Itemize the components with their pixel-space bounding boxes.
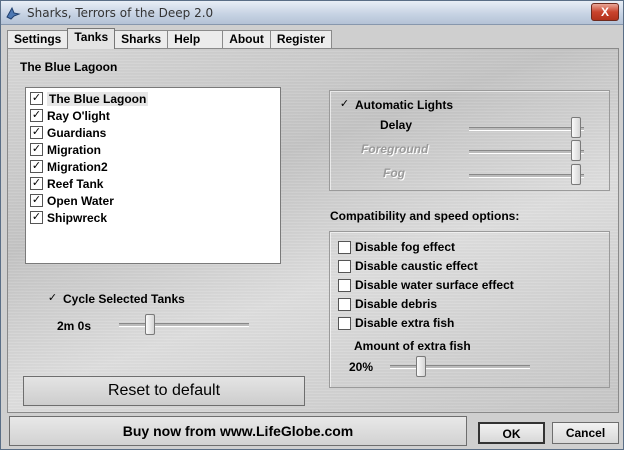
extra-fish-slider-thumb[interactable] [416, 356, 426, 377]
disable-debris-label: Disable debris [355, 297, 438, 311]
close-button[interactable]: X [591, 3, 619, 21]
list-item[interactable]: ✓ Migration [30, 141, 280, 158]
tank-checkbox[interactable]: ✓ [30, 194, 43, 207]
buy-now-button[interactable]: Buy now from www.LifeGlobe.com [9, 416, 467, 446]
cycle-tanks-label: Cycle Selected Tanks [63, 292, 185, 306]
list-item[interactable]: ✓ Reef Tank [30, 175, 280, 192]
list-item[interactable]: ✓ Ray O'light [30, 107, 280, 124]
disable-caustic-option[interactable]: Disable caustic effect [338, 259, 478, 273]
foreground-slider-track [469, 150, 584, 154]
cancel-button[interactable]: Cancel [552, 422, 619, 444]
tank-checkbox[interactable]: ✓ [30, 211, 43, 224]
disable-extra-fish-label: Disable extra fish [355, 316, 455, 330]
title-bar[interactable]: Sharks, Terrors of the Deep 2.0 X [1, 1, 623, 25]
list-item[interactable]: ✓ Open Water [30, 192, 280, 209]
tab-sharks[interactable]: Sharks [114, 30, 169, 49]
tank-checkbox[interactable]: ✓ [30, 92, 43, 105]
list-item[interactable]: ✓ The Blue Lagoon [30, 90, 280, 107]
disable-caustic-label: Disable caustic effect [355, 259, 478, 273]
tank-checkbox[interactable]: ✓ [30, 143, 43, 156]
fog-label: Fog [383, 166, 405, 180]
tab-help[interactable]: Help [167, 30, 224, 49]
disable-debris-checkbox[interactable] [338, 297, 351, 311]
tank-checkbox[interactable]: ✓ [30, 177, 43, 190]
disable-water-surface-checkbox[interactable] [338, 278, 351, 292]
app-window: Sharks, Terrors of the Deep 2.0 X Settin… [0, 0, 624, 450]
tank-label: Open Water [47, 193, 114, 208]
disable-caustic-checkbox[interactable] [338, 259, 351, 273]
tank-checkbox[interactable]: ✓ [30, 160, 43, 173]
delay-label: Delay [380, 118, 413, 132]
disable-water-surface-label: Disable water surface effect [355, 278, 514, 292]
cycle-tanks-checkbox[interactable]: ✓ [46, 292, 59, 306]
list-item[interactable]: ✓ Shipwreck [30, 209, 280, 226]
delay-slider-track[interactable] [469, 127, 584, 131]
tab-about[interactable]: About [222, 30, 271, 49]
delay-slider-thumb[interactable] [571, 117, 581, 138]
tab-register[interactable]: Register [269, 30, 332, 49]
shark-app-icon [6, 6, 21, 20]
tab-tanks[interactable]: Tanks [67, 28, 116, 49]
cycle-time-slider-track[interactable] [119, 323, 249, 327]
compatibility-title: Compatibility and speed options: [330, 209, 520, 223]
disable-water-surface-option[interactable]: Disable water surface effect [338, 278, 514, 292]
tank-label: Reef Tank [47, 176, 104, 191]
extra-fish-value: 20% [349, 360, 374, 374]
selected-tank-title: The Blue Lagoon [20, 60, 118, 74]
tank-checkbox[interactable]: ✓ [30, 126, 43, 139]
close-icon: X [600, 5, 609, 19]
window-title: Sharks, Terrors of the Deep 2.0 [27, 6, 214, 20]
fog-slider-thumb [571, 164, 581, 185]
disable-extra-fish-checkbox[interactable] [338, 316, 351, 330]
ok-button[interactable]: OK [478, 422, 545, 444]
disable-fog-option[interactable]: Disable fog effect [338, 240, 455, 254]
tank-checkbox[interactable]: ✓ [30, 109, 43, 122]
cycle-tanks-option[interactable]: ✓ Cycle Selected Tanks [46, 292, 185, 306]
extra-fish-slider-track[interactable] [390, 365, 530, 369]
reset-to-default-button[interactable]: Reset to default [23, 376, 305, 406]
disable-fog-label: Disable fog effect [355, 240, 456, 254]
disable-debris-option[interactable]: Disable debris [338, 297, 437, 311]
cycle-time-value: 2m 0s [57, 319, 92, 333]
automatic-lights-option[interactable]: ✓ Automatic Lights [338, 98, 453, 112]
list-item[interactable]: ✓ Migration2 [30, 158, 280, 175]
tab-settings[interactable]: Settings [7, 30, 69, 49]
cycle-time-slider-thumb[interactable] [145, 314, 155, 335]
fog-slider-track [469, 174, 584, 178]
tank-label: Guardians [47, 125, 107, 140]
automatic-lights-label: Automatic Lights [355, 98, 453, 112]
tank-label: Migration2 [47, 159, 108, 174]
disable-extra-fish-option[interactable]: Disable extra fish [338, 316, 454, 330]
list-item[interactable]: ✓ Guardians [30, 124, 280, 141]
foreground-label: Foreground [361, 142, 429, 156]
disable-fog-checkbox[interactable] [338, 240, 351, 254]
tank-label: Ray O'light [47, 108, 110, 123]
tank-label: Migration [47, 142, 101, 157]
foreground-slider-thumb [571, 140, 581, 161]
tank-label: The Blue Lagoon [47, 91, 149, 106]
automatic-lights-checkbox[interactable]: ✓ [338, 98, 351, 112]
tank-label: Shipwreck [47, 210, 108, 225]
tank-list[interactable]: ✓ The Blue Lagoon ✓ Ray O'light ✓ Guardi… [25, 87, 281, 264]
tab-strip: Settings Tanks Sharks Help About Registe… [7, 28, 332, 49]
extra-fish-label: Amount of extra fish [354, 339, 471, 353]
